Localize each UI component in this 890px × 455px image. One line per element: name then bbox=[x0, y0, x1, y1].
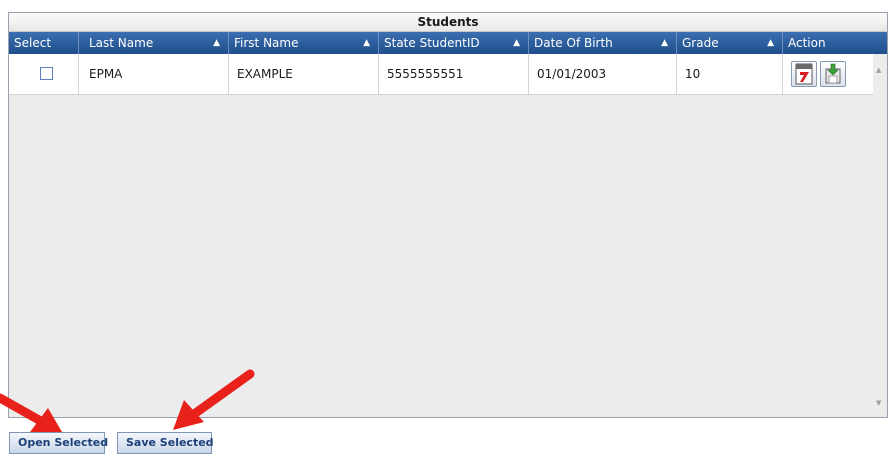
state-student-id-cell: 5555555551 bbox=[379, 54, 529, 94]
save-record-button[interactable] bbox=[820, 61, 846, 87]
column-header-label: State StudentID bbox=[384, 36, 480, 50]
column-header-state-student-id[interactable]: State StudentID ▲ bbox=[379, 32, 529, 54]
column-header-select: Select bbox=[9, 32, 79, 54]
scroll-up-icon[interactable]: ▲ bbox=[876, 66, 881, 74]
action-cell bbox=[783, 54, 875, 94]
date-of-birth-cell: 01/01/2003 bbox=[529, 54, 677, 94]
arrow-to-save-selected bbox=[173, 369, 255, 430]
column-header-first-name[interactable]: First Name ▲ bbox=[229, 32, 379, 54]
row-select-checkbox[interactable] bbox=[40, 67, 53, 80]
grid-header: Select Last Name ▲ First Name ▲ State St… bbox=[9, 32, 887, 54]
sort-asc-icon[interactable]: ▲ bbox=[513, 32, 520, 54]
open-pdf-button[interactable] bbox=[791, 61, 817, 87]
column-header-action: Action bbox=[788, 36, 826, 50]
column-header-label: Grade bbox=[682, 36, 719, 50]
select-cell bbox=[9, 54, 79, 94]
sort-asc-icon[interactable]: ▲ bbox=[213, 32, 220, 54]
column-header-grade[interactable]: Grade ▲ bbox=[677, 32, 783, 54]
grid-title: Students bbox=[9, 13, 887, 32]
sort-asc-icon[interactable]: ▲ bbox=[363, 32, 370, 54]
column-header-last-name[interactable]: Last Name ▲ bbox=[79, 32, 229, 54]
save-selected-button[interactable]: Save Selected bbox=[117, 432, 214, 454]
column-header-date-of-birth[interactable]: Date Of Birth ▲ bbox=[529, 32, 677, 54]
last-name-cell: EPMA bbox=[79, 54, 229, 94]
sort-asc-icon[interactable]: ▲ bbox=[767, 32, 774, 54]
first-name-cell: EXAMPLE bbox=[229, 54, 379, 94]
table-row: EPMA EXAMPLE 5555555551 01/01/2003 10 bbox=[9, 54, 875, 95]
arrow-to-open-selected bbox=[0, 393, 62, 432]
column-header-label: Last Name bbox=[89, 36, 154, 50]
grade-cell: 10 bbox=[677, 54, 783, 94]
scroll-down-icon[interactable]: ▼ bbox=[876, 399, 881, 407]
open-selected-button[interactable]: Open Selected bbox=[9, 432, 108, 454]
save-download-icon bbox=[825, 63, 841, 84]
grid-scrollbar[interactable]: ▲ ▼ bbox=[873, 54, 887, 417]
sort-asc-icon[interactable]: ▲ bbox=[661, 32, 668, 54]
column-header-label: Date Of Birth bbox=[534, 36, 613, 50]
pdf-icon bbox=[795, 63, 813, 85]
column-header-label: First Name bbox=[234, 36, 299, 50]
students-grid: Students Select Last Name ▲ First Name ▲… bbox=[8, 12, 888, 418]
